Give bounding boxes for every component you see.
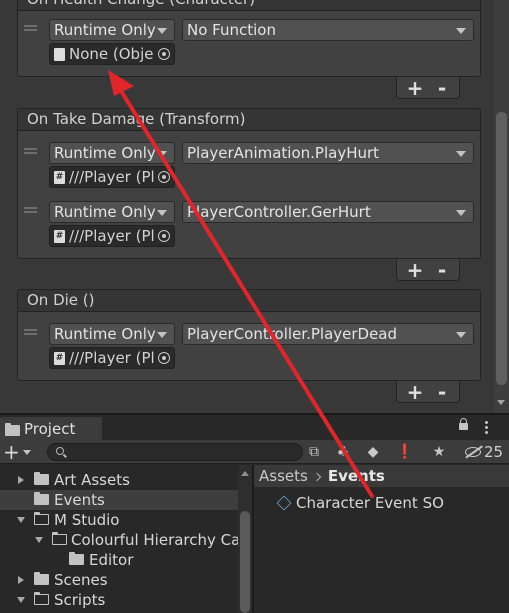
script-icon: # bbox=[54, 352, 65, 365]
tree-item-art-assets[interactable]: Art Assets bbox=[0, 470, 238, 490]
lock-icon[interactable] bbox=[459, 418, 468, 430]
object-picker-icon[interactable] bbox=[154, 226, 174, 246]
object-picker-icon[interactable] bbox=[154, 44, 174, 64]
target-object-field[interactable]: # ///Player (Player) bbox=[49, 166, 175, 188]
search-input[interactable] bbox=[47, 443, 303, 461]
chevron-right-icon bbox=[312, 472, 322, 482]
folder-icon bbox=[34, 472, 49, 485]
scriptable-object-icon bbox=[276, 495, 292, 511]
breadcrumb-events[interactable]: Events bbox=[328, 467, 385, 485]
event-header-on-take-damage: On Take Damage (Transform) bbox=[17, 108, 481, 130]
remove-listener-button[interactable]: - bbox=[429, 259, 455, 281]
runtime-mode-dropdown[interactable]: Runtime Only bbox=[49, 323, 175, 345]
create-asset-button[interactable]: + bbox=[3, 442, 35, 462]
event-header-on-health-change: On Health Change (Character) bbox=[17, 0, 481, 10]
event-header-label: On Health Change (Character) bbox=[27, 0, 255, 8]
scroll-up-icon[interactable] bbox=[241, 471, 249, 476]
folder-open-icon bbox=[52, 532, 67, 545]
tree-item-scenes[interactable]: Scenes bbox=[0, 570, 238, 590]
tree-item-editor[interactable]: Editor bbox=[0, 550, 238, 570]
eye-slash-icon bbox=[465, 447, 481, 457]
project-window: Project + ⧉ ♣ ◆ ❗ ★ 25 Art Assets Events… bbox=[0, 413, 509, 613]
remove-listener-button[interactable]: - bbox=[429, 77, 455, 99]
runtime-mode-dropdown[interactable]: Runtime Only bbox=[49, 201, 175, 223]
breadcrumb: Assets Events bbox=[254, 465, 509, 487]
filter-by-type-icon[interactable]: ♣ bbox=[334, 443, 352, 461]
tree-scrollbar[interactable] bbox=[238, 465, 252, 613]
function-dropdown[interactable]: PlayerController.PlayerDead bbox=[182, 323, 474, 345]
remove-listener-button[interactable]: - bbox=[429, 381, 455, 403]
event-header-label: On Die () bbox=[27, 291, 95, 309]
drag-handle-icon[interactable] bbox=[24, 329, 37, 335]
inspector-scrollbar[interactable] bbox=[494, 0, 509, 413]
expand-arrow-icon[interactable] bbox=[18, 476, 24, 484]
tab-bar: Project bbox=[0, 413, 509, 442]
tree-item-colourful-hierarchy[interactable]: Colourful Hierarchy Category bbox=[0, 530, 238, 550]
folder-icon bbox=[5, 423, 20, 436]
asset-item[interactable]: Character Event SO bbox=[276, 493, 444, 513]
expand-arrow-icon[interactable] bbox=[18, 576, 24, 584]
add-listener-button[interactable]: + bbox=[402, 259, 428, 281]
file-icon bbox=[54, 48, 65, 61]
event-footer: + - bbox=[396, 259, 460, 281]
event-header-on-die: On Die () bbox=[17, 289, 481, 311]
search-icon bbox=[56, 447, 64, 455]
function-dropdown[interactable]: PlayerAnimation.PlayHurt bbox=[182, 142, 474, 164]
folder-open-icon bbox=[34, 592, 49, 605]
event-footer: + - bbox=[396, 77, 460, 99]
scrollbar-thumb[interactable] bbox=[496, 112, 507, 385]
script-icon: # bbox=[54, 171, 65, 184]
object-picker-icon[interactable] bbox=[154, 348, 174, 368]
function-dropdown[interactable]: No Function bbox=[182, 19, 474, 41]
drag-handle-icon[interactable] bbox=[24, 25, 37, 31]
tab-label: Project bbox=[24, 420, 76, 438]
target-object-field[interactable]: None (Object) bbox=[49, 43, 175, 65]
favorites-star-icon[interactable]: ★ bbox=[430, 443, 448, 461]
folder-tree: Art Assets Events M Studio Colourful Hie… bbox=[0, 465, 238, 613]
scroll-down-icon[interactable] bbox=[497, 400, 505, 405]
chevron-down-icon bbox=[23, 450, 31, 455]
folder-icon bbox=[69, 552, 84, 565]
log-filter-icon[interactable]: ❗ bbox=[396, 443, 414, 461]
event-list-on-die bbox=[17, 311, 481, 381]
folder-icon bbox=[34, 492, 49, 505]
add-listener-button[interactable]: + bbox=[402, 381, 428, 403]
project-toolbar: + ⧉ ♣ ◆ ❗ ★ 25 bbox=[0, 440, 509, 464]
add-listener-button[interactable]: + bbox=[402, 77, 428, 99]
runtime-mode-dropdown[interactable]: Runtime Only bbox=[49, 19, 175, 41]
runtime-mode-dropdown[interactable]: Runtime Only bbox=[49, 142, 175, 164]
folder-icon bbox=[34, 572, 49, 585]
target-object-field[interactable]: # ///Player (Player) bbox=[49, 347, 175, 369]
tree-item-events[interactable]: Events bbox=[0, 490, 238, 510]
tree-item-scripts[interactable]: Scripts bbox=[0, 590, 238, 610]
function-dropdown[interactable]: PlayerController.GerHurt bbox=[182, 201, 474, 223]
scrollbar-thumb[interactable] bbox=[240, 511, 250, 613]
collapse-arrow-icon[interactable] bbox=[35, 537, 43, 543]
hidden-packages-toggle[interactable]: 25 bbox=[465, 443, 503, 461]
target-object-field[interactable]: # ///Player (Player) bbox=[49, 225, 175, 247]
object-picker-icon[interactable] bbox=[154, 167, 174, 187]
folder-open-icon bbox=[34, 512, 49, 525]
drag-handle-icon[interactable] bbox=[24, 207, 37, 213]
collapse-arrow-icon[interactable] bbox=[17, 517, 25, 523]
event-footer: + - bbox=[396, 381, 460, 403]
collapse-arrow-icon[interactable] bbox=[17, 597, 25, 603]
event-header-label: On Take Damage (Transform) bbox=[27, 110, 246, 128]
breadcrumb-assets[interactable]: Assets bbox=[259, 467, 308, 485]
tree-item-m-studio[interactable]: M Studio bbox=[0, 510, 238, 530]
drag-handle-icon[interactable] bbox=[24, 148, 37, 154]
search-window-icon[interactable]: ⧉ bbox=[305, 443, 323, 461]
more-options-icon[interactable] bbox=[485, 421, 488, 435]
script-icon: # bbox=[54, 230, 65, 243]
filter-by-label-icon[interactable]: ◆ bbox=[364, 443, 382, 461]
inspector-panel: On Health Change (Character) Runtime Onl… bbox=[0, 0, 509, 413]
tab-project[interactable]: Project bbox=[0, 417, 102, 442]
pane-splitter[interactable] bbox=[252, 465, 254, 613]
